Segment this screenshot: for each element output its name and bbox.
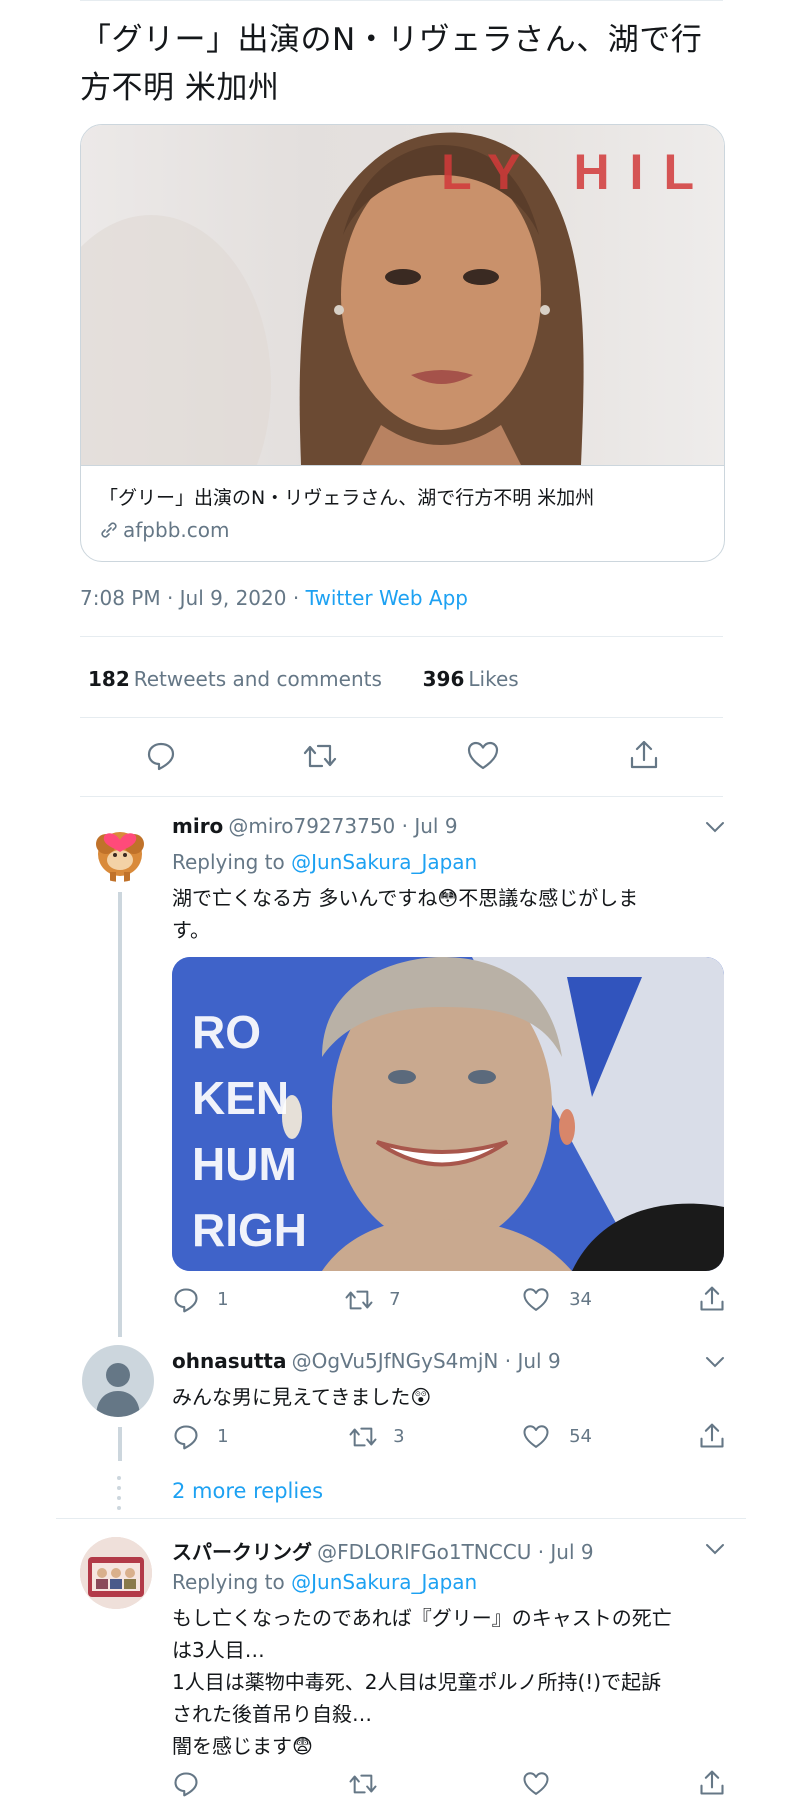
thread-line: [118, 1427, 122, 1461]
card-domain-text: afpbb.com: [123, 518, 230, 542]
like-count: 54: [569, 1425, 592, 1447]
image-text-line: RIGH: [192, 1204, 307, 1256]
reply-tweet-sparkling[interactable]: スパークリング @FDLORlFGo1TNCCU · Jul 9 Replyin…: [0, 1522, 802, 1815]
reply-text-line: 湖で亡くなる方 多いんですね😳不思議な感じがしま: [172, 886, 639, 910]
reply-header: スパークリング @FDLORlFGo1TNCCU · Jul 9: [172, 1536, 594, 1565]
handle[interactable]: @OgVu5JfNGyS4mjN · Jul 9: [292, 1349, 561, 1373]
reply-tweet-ohnasutta[interactable]: ohnasutta @OgVu5JfNGyS4mjN · Jul 9 みんな男に…: [0, 1335, 802, 1465]
reply-icon: [174, 1288, 198, 1313]
reply-text-line: もし亡くなったのであれば『グリー』のキャストの死亡: [172, 1606, 672, 1630]
reply-count: 1: [217, 1288, 229, 1310]
divider: [80, 636, 723, 637]
reply-icon[interactable]: [145, 740, 177, 772]
reply-text-line: 闇を感じます😨: [172, 1734, 313, 1758]
link-card[interactable]: LY HIL 「グリー」出演のN・リヴェラさん、湖で行方不明 米加州 afpbb…: [80, 124, 725, 562]
retweet-action[interactable]: 7: [344, 1286, 401, 1314]
retweet-icon[interactable]: [302, 740, 338, 772]
chevron-down-icon[interactable]: [704, 1542, 726, 1556]
handle[interactable]: @FDLORlFGo1TNCCU · Jul 9: [317, 1540, 594, 1564]
replying-prefix: Replying to: [172, 850, 292, 874]
reply-text: もし亡くなったのであれば『グリー』のキャストの死亡 は3人目… 1人目は薬物中毒…: [172, 1602, 672, 1762]
image-text-line: RO: [192, 1006, 261, 1058]
like-action[interactable]: 34: [522, 1286, 592, 1314]
reply-icon[interactable]: [172, 1770, 200, 1798]
ellipsis-dots: [116, 1474, 122, 1510]
reply-text: 湖で亡くなる方 多いんですね😳不思議な感じがしま す。: [172, 882, 638, 946]
divider: [80, 796, 723, 797]
like-icon: [523, 1425, 549, 1448]
reply-text-line: は3人目…: [172, 1638, 265, 1662]
retweets-label: Retweets and comments: [133, 667, 382, 691]
like-count: 34: [569, 1288, 592, 1310]
likes-label: Likes: [468, 667, 519, 691]
like-icon[interactable]: [466, 740, 500, 772]
card-image-text: LY HIL: [441, 144, 714, 200]
share-icon[interactable]: [698, 1421, 726, 1451]
likes-count: 396: [422, 667, 465, 691]
link-icon: [99, 520, 119, 540]
tweet-timestamp[interactable]: 7:08 PM · Jul 9, 2020 ·: [80, 586, 306, 610]
avatar[interactable]: [84, 810, 156, 882]
replying-to: Replying to @JunSakura_Japan: [172, 850, 477, 874]
reply-count: 1: [217, 1425, 229, 1447]
tweet-source[interactable]: Twitter Web App: [306, 586, 468, 610]
card-title: 「グリー」出演のN・リヴェラさん、湖で行方不明 米加州: [99, 487, 595, 509]
reply-text-line: 1人目は薬物中毒死、2人目は児童ポルノ所持(!)で起訴: [172, 1670, 662, 1694]
retweet-icon: [345, 1290, 373, 1310]
card-domain: afpbb.com: [99, 518, 229, 542]
retweet-count: 7: [389, 1288, 401, 1310]
mention-link[interactable]: @JunSakura_Japan: [291, 850, 477, 874]
card-image[interactable]: LY HIL: [81, 125, 724, 466]
reply-icon: [174, 1425, 198, 1450]
display-name[interactable]: miro: [172, 814, 223, 838]
display-name[interactable]: スパークリング: [172, 1540, 312, 1564]
thread-line: [118, 892, 122, 1337]
retweet-icon: [349, 1427, 377, 1447]
more-replies-link[interactable]: 2 more replies: [172, 1479, 323, 1503]
replying-prefix: Replying to: [172, 1570, 292, 1594]
retweets-stat[interactable]: 182 Retweets and comments: [88, 667, 382, 691]
image-text-line: HUM: [192, 1138, 297, 1190]
avatar[interactable]: [80, 1537, 152, 1609]
divider: [80, 717, 723, 718]
reply-text-line: された後首吊り自殺…: [172, 1702, 372, 1726]
tweet-text: 「グリー」出演のN・リヴェラさん、湖で行方不明 米加州: [80, 22, 703, 106]
retweet-action[interactable]: 3: [348, 1423, 405, 1451]
share-icon[interactable]: [698, 1768, 726, 1798]
like-action[interactable]: 54: [522, 1423, 592, 1451]
image-background-text: RO KEN HUM RIGH: [192, 999, 307, 1263]
reply-tweet-miro[interactable]: miro @miro79273750 · Jul 9 Replying to @…: [0, 800, 802, 1337]
like-icon[interactable]: [522, 1770, 550, 1798]
share-icon[interactable]: [698, 1284, 726, 1314]
share-icon[interactable]: [628, 738, 660, 772]
reply-header: ohnasutta @OgVu5JfNGyS4mjN · Jul 9: [172, 1349, 561, 1373]
divider: [56, 1518, 746, 1519]
replying-to: Replying to @JunSakura_Japan: [172, 1570, 477, 1594]
reply-text: みんな男に見えてきました😲: [172, 1385, 432, 1409]
reply-image[interactable]: RO KEN HUM RIGH: [172, 957, 724, 1271]
retweets-count: 182: [88, 667, 130, 691]
top-divider: [80, 0, 723, 1]
chevron-down-icon[interactable]: [704, 820, 726, 834]
chevron-down-icon[interactable]: [704, 1355, 726, 1369]
retweet-icon[interactable]: [348, 1770, 378, 1798]
handle[interactable]: @miro79273750 · Jul 9: [228, 814, 457, 838]
reply-action[interactable]: 1: [172, 1286, 229, 1314]
default-avatar-icon[interactable]: [82, 1345, 154, 1417]
likes-stat[interactable]: 396 Likes: [423, 667, 519, 691]
like-icon: [523, 1288, 549, 1311]
display-name[interactable]: ohnasutta: [172, 1349, 286, 1373]
reply-text-line: す。: [172, 918, 210, 942]
reply-header: miro @miro79273750 · Jul 9: [172, 814, 458, 838]
mention-link[interactable]: @JunSakura_Japan: [291, 1570, 477, 1594]
tweet-meta: 7:08 PM · Jul 9, 2020 · Twitter Web App: [80, 586, 468, 610]
image-text-line: KEN: [192, 1072, 290, 1124]
reply-action[interactable]: 1: [172, 1423, 229, 1451]
retweet-count: 3: [393, 1425, 405, 1447]
tweet-stats: 182 Retweets and comments 396 Likes: [88, 667, 519, 691]
